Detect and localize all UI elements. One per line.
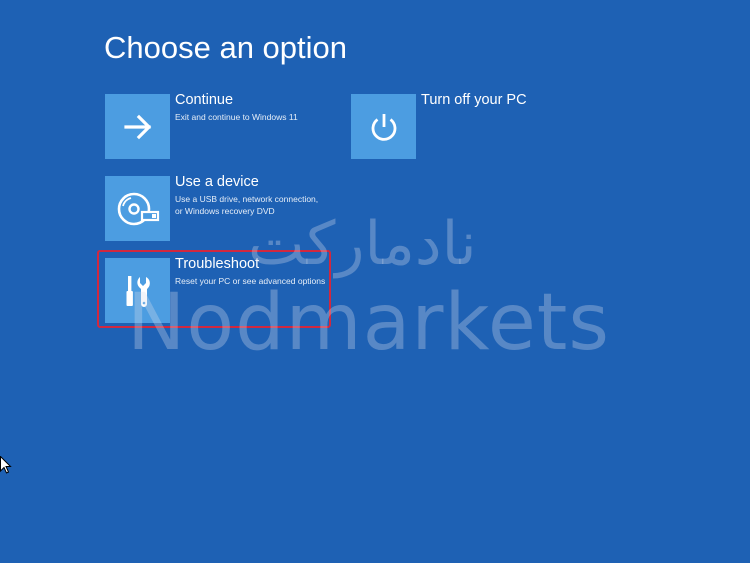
recovery-screen: Choose an option Continue Exit and conti… — [0, 0, 750, 563]
troubleshoot-label: Troubleshoot — [175, 256, 260, 272]
arrow-right-icon — [123, 114, 151, 139]
disc-drive-icon — [117, 192, 159, 225]
continue-description: Exit and continue to Windows 11 — [175, 112, 298, 122]
use-device-label: Use a device — [175, 174, 259, 190]
use-device-text: Use a device Use a USB drive, network co… — [175, 173, 345, 217]
use-device-tile[interactable] — [105, 176, 170, 241]
continue-tile[interactable] — [105, 94, 170, 159]
turn-off-option[interactable]: Turn off your PC — [351, 92, 583, 160]
continue-option[interactable]: Continue Exit and continue to Windows 11 — [105, 92, 337, 160]
power-icon — [371, 113, 396, 141]
turn-off-tile[interactable] — [351, 94, 416, 159]
turn-off-label: Turn off your PC — [421, 92, 527, 108]
troubleshoot-description: Reset your PC or see advanced options — [175, 276, 326, 286]
tools-icon — [126, 275, 150, 307]
page-title: Choose an option — [104, 30, 348, 65]
mouse-cursor-icon — [0, 456, 12, 474]
continue-label: Continue — [175, 92, 234, 108]
continue-text: Continue Exit and continue to Windows 11 — [175, 91, 345, 123]
turn-off-text: Turn off your PC — [421, 91, 591, 109]
troubleshoot-option[interactable]: Troubleshoot Reset your PC or see advanc… — [105, 256, 337, 324]
troubleshoot-text: Troubleshoot Reset your PC or see advanc… — [175, 255, 345, 287]
troubleshoot-tile[interactable] — [105, 258, 170, 323]
use-device-option[interactable]: Use a device Use a USB drive, network co… — [105, 174, 337, 242]
use-device-description: Use a USB drive, network connection, or … — [175, 194, 319, 216]
